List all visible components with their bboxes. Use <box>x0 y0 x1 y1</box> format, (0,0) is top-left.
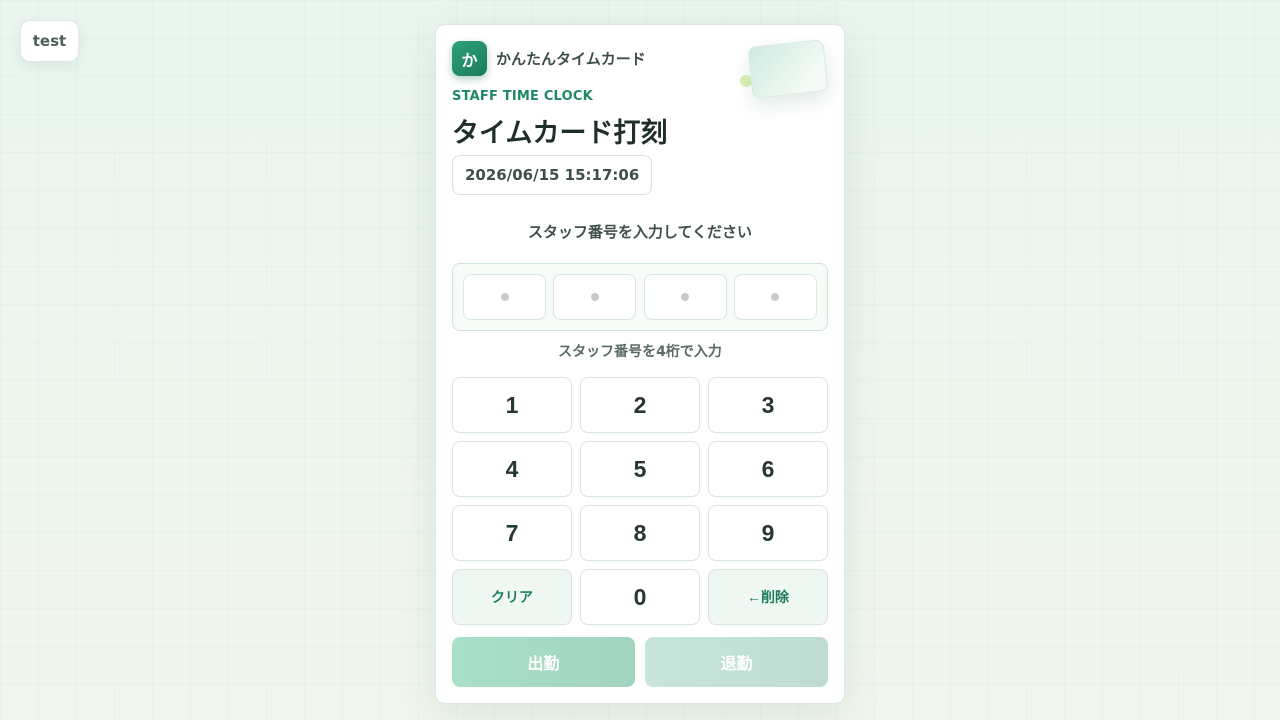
test-badge[interactable]: test <box>20 20 79 62</box>
pin-slot-3 <box>643 274 727 320</box>
punch-actions: 出勤 退勤 <box>452 637 828 687</box>
key-7[interactable]: 7 <box>452 505 572 561</box>
pin-slot-1 <box>463 274 546 320</box>
decorative-card-icon <box>747 39 829 99</box>
pin-hint: スタッフ番号を4桁で入力 <box>558 344 722 360</box>
key-5[interactable]: 5 <box>580 441 700 497</box>
keypad: 1 2 3 4 5 6 7 8 9 クリア 0 ←削除 <box>452 377 828 625</box>
pin-empty-dot <box>771 293 780 301</box>
page-title: タイムカード打刻 <box>452 118 668 149</box>
key-4[interactable]: 4 <box>452 441 572 497</box>
current-datetime: 2026/06/15 15:17:06 <box>452 155 653 195</box>
key-2[interactable]: 2 <box>580 377 700 433</box>
key-0[interactable]: 0 <box>580 569 700 625</box>
pin-slot-2 <box>553 274 637 320</box>
key-6[interactable]: 6 <box>708 441 828 497</box>
brand: か かんたんタイムカード <box>452 41 646 76</box>
pin-display <box>452 263 828 331</box>
brand-logo: か <box>452 41 487 76</box>
pin-prompt: スタッフ番号を入力してください <box>527 223 753 241</box>
clock-in-button[interactable]: 出勤 <box>452 637 635 687</box>
timecard-panel: か かんたんタイムカード STAFF TIME CLOCK タイムカード打刻 2… <box>435 24 845 704</box>
delete-button[interactable]: ←削除 <box>708 569 828 625</box>
key-9[interactable]: 9 <box>708 505 828 561</box>
test-badge-label: test <box>32 32 67 50</box>
brand-name: かんたんタイムカード <box>496 50 646 68</box>
clear-button[interactable]: クリア <box>452 569 572 625</box>
key-1[interactable]: 1 <box>452 377 572 433</box>
key-3[interactable]: 3 <box>708 377 828 433</box>
pin-empty-dot <box>681 293 690 301</box>
pin-slot-4 <box>733 274 817 320</box>
eyebrow-label: STAFF TIME CLOCK <box>452 89 593 104</box>
clock-out-button[interactable]: 退勤 <box>645 637 828 687</box>
key-8[interactable]: 8 <box>580 505 700 561</box>
pin-empty-dot <box>500 293 509 301</box>
pin-empty-dot <box>590 293 599 301</box>
